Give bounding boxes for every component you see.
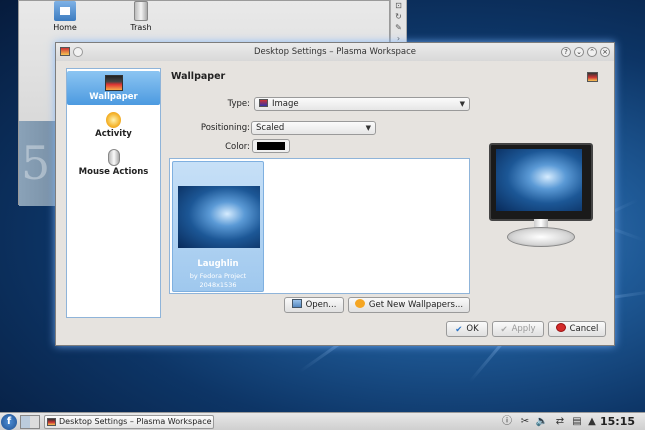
desktop-icon-home[interactable]: Home xyxy=(43,1,87,32)
check-icon: ✔ xyxy=(500,325,508,335)
open-button[interactable]: Open... xyxy=(284,297,344,313)
sidebar-item-label: Mouse Actions xyxy=(78,167,149,177)
apply-label: Apply xyxy=(511,324,536,334)
chevron-down-icon: ▼ xyxy=(459,100,465,108)
pin-icon[interactable] xyxy=(73,47,83,57)
cancel-button[interactable]: Cancel xyxy=(548,321,606,337)
get-new-wallpapers-button[interactable]: Get New Wallpapers... xyxy=(348,297,470,313)
positioning-label: Positioning: xyxy=(200,123,250,133)
clock[interactable]: 15:15 xyxy=(600,414,635,430)
maximize-button[interactable]: ⌃ xyxy=(587,47,597,57)
cancel-icon xyxy=(555,323,566,332)
color-swatch xyxy=(257,142,285,150)
task-label: Desktop Settings – Plasma Workspace xyxy=(59,417,212,426)
ok-button[interactable]: ✔ OK xyxy=(446,321,488,337)
wallpaper-author: by Fedora Project xyxy=(189,272,247,280)
close-button[interactable]: × xyxy=(600,47,610,57)
wallpaper-size: 2048x1536 xyxy=(199,281,237,289)
desktop-pager[interactable] xyxy=(20,415,40,429)
image-type-icon xyxy=(259,99,268,107)
plasma-icon[interactable] xyxy=(60,47,70,56)
tray-expand-icon[interactable]: ▲ xyxy=(585,415,599,429)
help-button[interactable]: ? xyxy=(561,47,571,57)
desktop-settings-dialog: Desktop Settings – Plasma Workspace ? ⌄ … xyxy=(55,42,615,346)
cancel-label: Cancel xyxy=(569,324,599,334)
monitor-screen-preview xyxy=(496,149,582,211)
sidebar-item-mouse-actions[interactable]: Mouse Actions xyxy=(67,147,160,181)
section-title: Wallpaper xyxy=(171,71,226,82)
sidebar-item-label: Wallpaper xyxy=(89,92,138,102)
trash-label: Trash xyxy=(130,23,152,32)
sidebar-item-activity[interactable]: Activity xyxy=(67,109,160,143)
network-icon[interactable]: ⇄ xyxy=(553,415,567,429)
type-value: Image xyxy=(272,99,299,109)
positioning-select[interactable]: Scaled ▼ xyxy=(251,121,376,135)
positioning-value: Scaled xyxy=(256,123,285,133)
wallpaper-name: Laughlin xyxy=(197,259,239,269)
task-desktop-settings[interactable]: Desktop Settings – Plasma Workspace xyxy=(44,415,214,429)
wallpaper-thumbnail-image xyxy=(178,186,260,248)
taskbar: f Desktop Settings – Plasma Workspace ⓘ … xyxy=(0,412,645,430)
monitor-base xyxy=(507,227,575,247)
info-icon[interactable]: ⓘ xyxy=(500,415,514,429)
background-toolbar: ⊡ ↻ ✎ › xyxy=(390,0,407,44)
volume-icon[interactable]: 🔈 xyxy=(535,415,549,429)
wallpaper-icon xyxy=(104,75,123,91)
chevron-down-icon: ▼ xyxy=(365,124,371,132)
trash-icon xyxy=(134,1,148,21)
tools-icon[interactable]: ✂ xyxy=(518,415,532,429)
type-label: Type: xyxy=(227,99,250,109)
color-label: Color: xyxy=(225,142,250,152)
apply-button[interactable]: ✔ Apply xyxy=(492,321,544,337)
wallpaper-gallery: Laughlin by Fedora Project 2048x1536 xyxy=(169,158,470,294)
window-title: Desktop Settings – Plasma Workspace xyxy=(253,47,417,57)
wallpaper-thumbnail-laughlin[interactable]: Laughlin by Fedora Project 2048x1536 xyxy=(172,161,264,292)
settings-sidebar: Wallpaper Activity Mouse Actions xyxy=(66,68,161,318)
mouse-icon xyxy=(107,149,120,166)
plasma-icon xyxy=(47,418,56,426)
wrench-icon[interactable]: ✎ xyxy=(391,22,406,33)
sidebar-item-wallpaper[interactable]: Wallpaper xyxy=(67,71,160,105)
sidebar-item-label: Activity xyxy=(95,129,132,139)
fedora-menu-icon[interactable]: f xyxy=(1,414,17,430)
clipboard-icon[interactable]: ▤ xyxy=(570,415,584,429)
minimize-button[interactable]: ⌄ xyxy=(574,47,584,57)
zoom-icon[interactable]: ⊡ xyxy=(391,0,406,11)
color-picker-button[interactable] xyxy=(252,139,290,153)
wallpaper-preview-monitor xyxy=(489,143,593,253)
home-label: Home xyxy=(53,23,77,32)
refresh-icon[interactable]: ↻ xyxy=(391,11,406,22)
ok-label: OK xyxy=(466,324,479,334)
wallpaper-section-icon xyxy=(587,72,598,82)
home-icon xyxy=(54,1,76,21)
get-new-label: Get New Wallpapers... xyxy=(368,300,464,310)
desktop-icon-trash[interactable]: Trash xyxy=(119,1,163,32)
type-select[interactable]: Image ▼ xyxy=(254,97,470,111)
get-hot-new-stuff-icon xyxy=(354,299,365,308)
titlebar[interactable]: Desktop Settings – Plasma Workspace ? ⌄ … xyxy=(56,43,614,61)
folder-open-icon xyxy=(291,299,302,308)
open-label: Open... xyxy=(305,300,337,310)
activity-icon xyxy=(106,112,121,128)
check-icon: ✔ xyxy=(455,325,463,335)
